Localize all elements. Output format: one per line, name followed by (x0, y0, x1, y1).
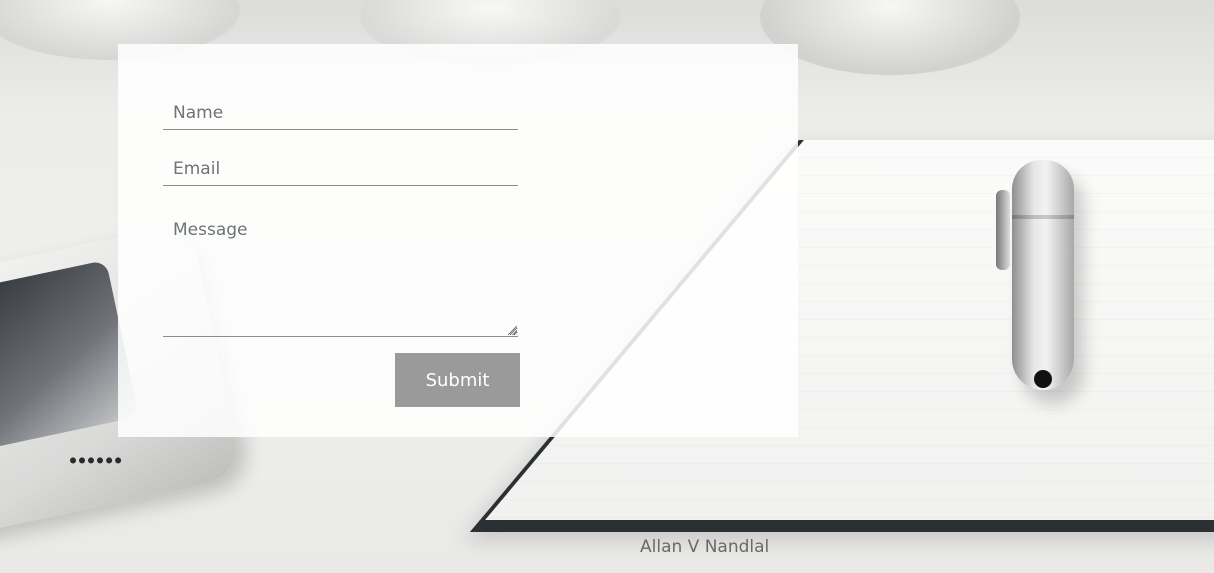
message-textarea[interactable] (163, 209, 518, 337)
background-pen-image (996, 160, 1074, 390)
submit-button[interactable]: Submit (395, 353, 520, 407)
footer-author-name: Allan V Nandlal (640, 537, 770, 557)
name-input[interactable] (163, 96, 518, 130)
background-phone-speaker: ●●●●●● (70, 455, 125, 466)
contact-form: Submit (118, 44, 798, 437)
background-pen-tip (1034, 370, 1052, 388)
background-pen-clip (996, 190, 1010, 270)
background-cup-image (760, 0, 1020, 75)
resize-handle-icon[interactable] (508, 326, 517, 335)
background-pen-band (1012, 215, 1074, 219)
page-background: ●●●●●● Submit Allan V Nandlal (0, 0, 1214, 573)
email-input[interactable] (163, 152, 518, 186)
